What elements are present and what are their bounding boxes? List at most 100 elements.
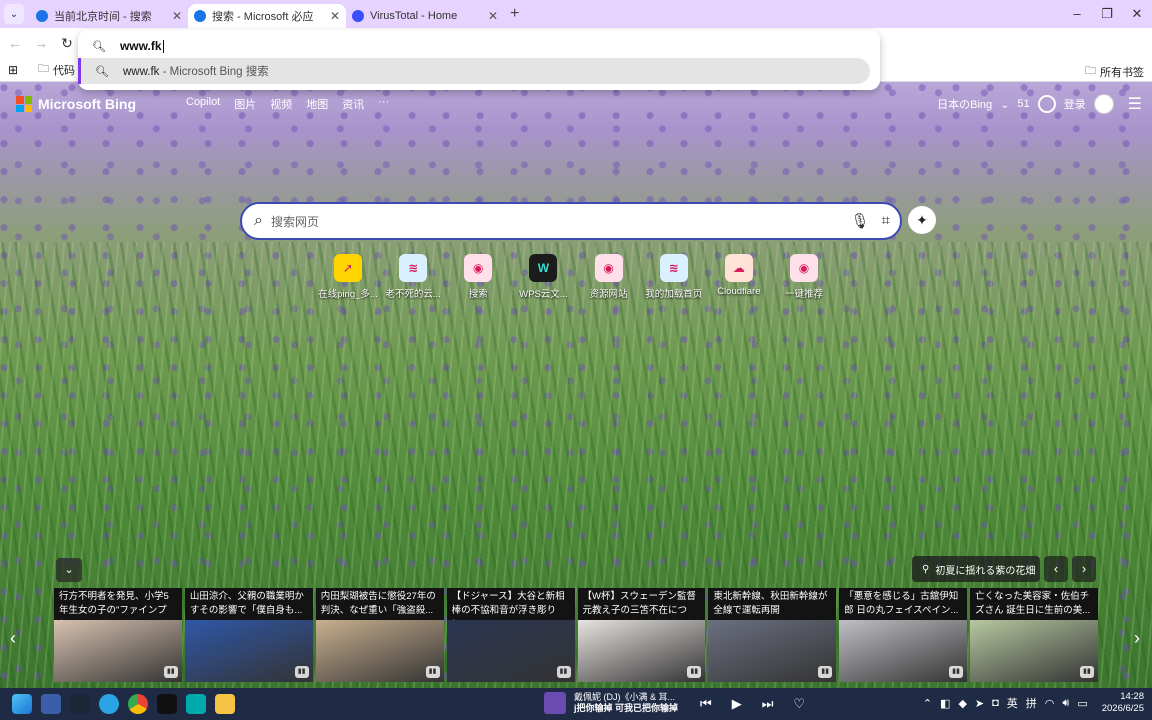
browser-tab[interactable]: VirusTotal - Home ✕	[346, 4, 504, 28]
ime-language[interactable]: 英	[1007, 695, 1018, 711]
steam-icon[interactable]	[70, 694, 90, 714]
news-card[interactable]: 東北新幹線、秋田新幹線が全線で運転再開 ▮▮	[708, 588, 837, 682]
nav-link[interactable]: ···	[378, 96, 389, 112]
back-button[interactable]: ←	[4, 35, 26, 51]
close-tab-icon[interactable]: ✕	[172, 9, 182, 23]
app-icon[interactable]	[41, 694, 61, 714]
news-thumbnail: ▮▮	[446, 620, 575, 682]
news-thumbnail: ▮▮	[54, 620, 182, 682]
news-headline: 【W杯】スウェーデン監督元教え子の三笘不在につい...	[577, 588, 706, 620]
prev-track-icon[interactable]: ⏮	[700, 697, 712, 710]
news-card[interactable]: 行方不明者を発見、小学5年生女の子の"ファインプレ... ▮▮	[54, 588, 182, 682]
telegram-icon[interactable]	[99, 694, 119, 714]
news-thumbnail: ▮▮	[708, 620, 837, 682]
bookmark-folder-label: 代码	[53, 64, 75, 77]
nav-link[interactable]: 资讯	[342, 96, 364, 112]
minimize-button[interactable]: –	[1062, 0, 1092, 28]
carousel-right-icon[interactable]: ›	[1134, 628, 1140, 649]
quick-link[interactable]: ◉ 搜索	[446, 254, 510, 300]
quick-link[interactable]: ➚ 在线ping_多...	[316, 254, 380, 300]
quick-link[interactable]: W WPS云文...	[511, 254, 575, 300]
telegram-tray-icon[interactable]: ➤	[975, 697, 984, 710]
bing-logo[interactable]: Microsoft Bing	[16, 96, 136, 112]
tab-search-button[interactable]: ⌄	[4, 4, 24, 24]
nav-link[interactable]: 地图	[306, 96, 328, 112]
carousel-left-icon[interactable]: ‹	[10, 628, 16, 649]
tray-app-icon[interactable]: ◧	[940, 697, 950, 710]
rewards-points[interactable]: 51	[1017, 98, 1029, 110]
news-card[interactable]: 「悪意を感じる」古舘伊知郎 日の丸フェイスペイン... ▮▮	[839, 588, 968, 682]
avatar[interactable]	[1093, 94, 1114, 114]
file-explorer-icon[interactable]	[215, 694, 235, 714]
chrome-icon[interactable]	[128, 694, 148, 714]
omnibox-suggestion[interactable]: 🔍︎ www.fk - Microsoft Bing 搜索	[78, 58, 870, 84]
maximize-button[interactable]: ❐	[1092, 0, 1122, 28]
browser-tab[interactable]: 搜索 - Microsoft 必应 ✕	[188, 4, 346, 28]
image-location-text: 初夏に揺れる紫の花畑	[935, 565, 1036, 577]
start-icon[interactable]	[12, 694, 32, 714]
tray-overflow-icon[interactable]: ⌃	[923, 697, 932, 710]
quick-link[interactable]: ☁ Cloudflare	[707, 254, 771, 300]
video-icon: ▮▮	[163, 666, 178, 678]
quick-link[interactable]: ◉ 资源网站	[577, 254, 641, 300]
region-selector[interactable]: 日本のBing	[937, 96, 992, 112]
close-tab-icon[interactable]: ✕	[330, 9, 340, 23]
news-card[interactable]: 内田梨瑚被告に懲役27年の判決、なぜ重い「強盗殺... ▮▮	[315, 588, 444, 682]
next-image-button[interactable]: ›	[1072, 556, 1096, 582]
forward-button[interactable]: →	[30, 35, 52, 51]
nav-link[interactable]: Copilot	[186, 96, 220, 112]
media-subtitle: j把你输掉 可我已把你输掉	[574, 703, 679, 713]
tab-bar: ⌄ 当前北京时间 - 搜索 ✕ 搜索 - Microsoft 必应 ✕ VirusTot…	[0, 0, 1152, 28]
prev-image-button[interactable]: ‹	[1044, 556, 1068, 582]
news-card[interactable]: 【W杯】スウェーデン監督元教え子の三笘不在につい... ▮▮	[577, 588, 706, 682]
media-widget[interactable]: 戴佩妮 (DJ)《小满 & 耳... j把你输掉 可我已把你输掉 ⏮ ▶ ⏭ ♡	[544, 692, 805, 714]
edge-icon[interactable]	[186, 694, 206, 714]
news-card[interactable]: 亡くなった美容家・佐伯チズさん 誕生日に生前の美... ▮▮	[970, 588, 1098, 682]
collapse-feed-button[interactable]: ⌄	[56, 558, 82, 582]
clock[interactable]: 14:28 2026/6/25	[1102, 691, 1144, 715]
microphone-icon[interactable]: 🎙︎	[851, 212, 870, 230]
copilot-icon[interactable]: ✦	[908, 206, 936, 234]
news-carousel: 行方不明者を発見、小学5年生女の子の"ファインプレ...▮▮山田涼介、父親の職業…	[54, 588, 1098, 682]
browser-tab[interactable]: 当前北京时间 - 搜索 ✕	[30, 4, 188, 28]
heart-icon[interactable]: ♡	[793, 697, 805, 710]
search-input[interactable]: 搜索网页	[271, 213, 319, 230]
all-bookmarks-button[interactable]: 🗀 所有书签	[1085, 62, 1144, 81]
next-track-icon[interactable]: ⏭	[762, 697, 774, 710]
wifi-icon[interactable]: ◠	[1045, 697, 1055, 710]
quick-link-label: Cloudflare	[717, 286, 761, 297]
news-thumbnail: ▮▮	[970, 620, 1098, 682]
close-tab-icon[interactable]: ✕	[488, 9, 498, 23]
rewards-icon[interactable]	[1037, 95, 1056, 113]
apps-grid-icon[interactable]: ⊞	[8, 63, 20, 77]
quick-link[interactable]: ≋ 我的加载首页	[642, 254, 706, 300]
nav-link[interactable]: 视频	[270, 96, 292, 112]
reload-button[interactable]: ↻	[56, 35, 78, 52]
news-card[interactable]: 【ドジャース】大谷と新相棒の不協和音が浮き彫りに... ▮▮	[446, 588, 575, 682]
image-location-badge[interactable]: ⚲ 初夏に揺れる紫の花畑	[912, 556, 1040, 582]
close-window-button[interactable]: ✕	[1122, 0, 1152, 28]
nav-link[interactable]: 图片	[234, 96, 256, 112]
quick-link-label: 我的加载首页	[645, 289, 703, 300]
login-link[interactable]: 登录	[1064, 96, 1086, 112]
news-card[interactable]: 山田涼介、父親の職業明かすその影響で「僕自身も... ▮▮	[184, 588, 313, 682]
ime-mode[interactable]: 拼	[1026, 695, 1037, 711]
address-input[interactable]: www.fk	[120, 39, 162, 53]
tray-app-icon[interactable]: ◆	[958, 697, 966, 710]
visual-search-icon[interactable]: ⌗	[882, 212, 890, 230]
video-icon: ▮▮	[425, 666, 440, 678]
search-box[interactable]: ⌕ 搜索网页 🎙︎ ⌗	[240, 202, 902, 240]
play-icon[interactable]: ▶	[732, 697, 742, 710]
new-tab-button[interactable]: +	[510, 5, 519, 23]
tray-app-icon[interactable]: ◘	[992, 697, 999, 709]
quick-link[interactable]: ≋ 老不死的云...	[381, 254, 445, 300]
address-bar[interactable]: 🔍︎ www.fk	[92, 36, 164, 56]
quick-link[interactable]: ◉ 一键推荐	[772, 254, 836, 300]
bookmark-folder[interactable]: 🗀 代码	[38, 60, 75, 79]
battery-icon[interactable]: ▭	[1077, 697, 1087, 710]
hamburger-menu-icon[interactable]: ☰	[1128, 94, 1142, 114]
volume-icon[interactable]: 🔊︎	[1062, 697, 1069, 710]
music-app-icon[interactable]	[157, 694, 177, 714]
cloudflare-icon: ☁	[724, 254, 753, 282]
news-thumbnail: ▮▮	[184, 620, 313, 682]
